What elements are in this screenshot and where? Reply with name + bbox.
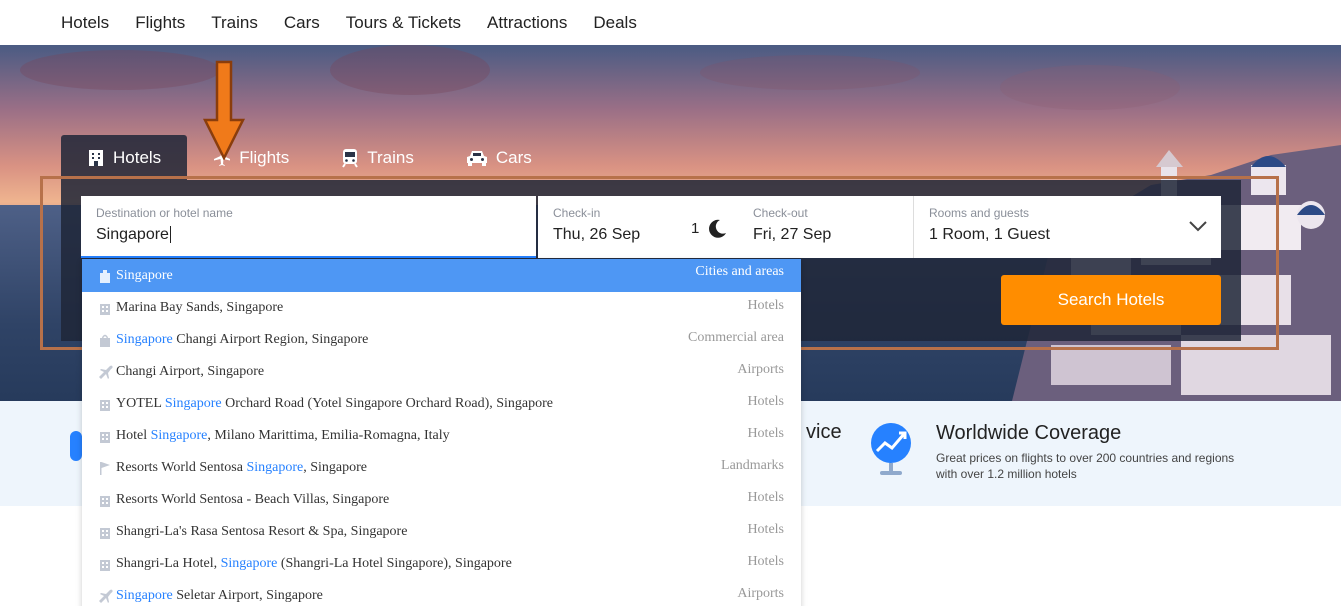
hotel-icon [98, 397, 112, 411]
suggestion-item[interactable]: Shangri-La's Rasa Sentosa Resort & Spa, … [82, 516, 801, 548]
suggestion-category: Hotels [747, 522, 784, 537]
suggestion-name: Shangri-La's Rasa Sentosa Resort & Spa, … [116, 524, 407, 540]
building-icon [98, 269, 112, 283]
suggestion-category: Hotels [747, 426, 784, 441]
suggestion-text: Seletar Airport, Singapore [172, 588, 323, 603]
suggestion-item[interactable]: Marina Bay Sands, Singapore Hotels [82, 292, 801, 324]
suggestion-item[interactable]: Changi Airport, Singapore Airports [82, 356, 801, 388]
nav-attractions[interactable]: Attractions [487, 13, 567, 33]
suggestion-category: Landmarks [721, 458, 784, 473]
suggestion-match-highlight: Singapore [116, 588, 173, 603]
suggestion-text: Changi Airport Region, Singapore [172, 332, 369, 347]
plane-icon [98, 365, 113, 379]
suggestion-item[interactable]: Shangri-La Hotel, Singapore (Shangri-La … [82, 548, 801, 580]
globe-chart-icon [871, 423, 911, 475]
car-icon [466, 150, 487, 166]
suggestion-match-highlight: Singapore [150, 428, 208, 443]
suggestion-text: Hotel [116, 428, 151, 443]
flag-icon [98, 461, 112, 475]
tab-cars-label: Cars [495, 147, 532, 167]
suggestion-match-highlight: Singapore [116, 332, 173, 347]
plane-icon [98, 589, 113, 603]
suggestion-text: Shangri-La Hotel, [116, 556, 221, 571]
worldwide-coverage-description: Great prices on flights to over 200 coun… [936, 451, 1235, 481]
suggestion-name: Shangri-La Hotel, Singapore (Shangri-La … [116, 556, 512, 572]
suggestion-text: Orchard Road (Yotel Singapore Orchard Ro… [221, 396, 554, 411]
train-icon [342, 148, 359, 168]
tab-flights-label: Flights [239, 147, 290, 167]
top-nav: Hotels Flights Trains Cars Tours & Ticke… [0, 0, 1341, 45]
feature-icon [70, 431, 82, 461]
worldwide-coverage-title: Worldwide Coverage [936, 422, 1122, 444]
suggestion-text: Changi Airport, Singapore [116, 364, 265, 379]
product-tabs: Hotels Flights Trains Cars [61, 135, 558, 180]
suggestion-text: , Milano Marittima, Emilia-Romagna, Ital… [207, 428, 450, 443]
suggestion-text: Marina Bay Sands, Singapore [116, 300, 284, 315]
tab-trains[interactable]: Trains [315, 135, 440, 180]
suggestion-item[interactable]: Singapore Seletar Airport, Singapore Airp… [82, 580, 801, 606]
hotel-icon [98, 557, 112, 571]
hotel-icon [89, 149, 103, 166]
suggestion-item[interactable]: Hotel Singapore, Milano Marittima, Emili… [82, 420, 801, 452]
suggestion-category: Commercial area [687, 330, 784, 345]
suggestion-category: Airports [737, 586, 784, 601]
tab-trains-label: Trains [367, 147, 414, 167]
suggestion-text: Shangri-La's Rasa Sentosa Resort & Spa, … [116, 524, 408, 539]
suggestion-name: Hotel Singapore, Milano Marittima, Emili… [116, 428, 450, 444]
suggestion-name: Marina Bay Sands, Singapore [116, 300, 283, 316]
suggestion-text: Resorts World Sentosa [116, 460, 247, 475]
nav-cars[interactable]: Cars [284, 13, 320, 33]
feature-title-partial: vice [806, 421, 842, 443]
suggestion-category: Hotels [747, 394, 784, 409]
suggestion-item[interactable]: Resorts World Sentosa - Beach Villas, Si… [82, 484, 801, 516]
nav-flights[interactable]: Flights [135, 13, 185, 33]
tab-cars[interactable]: Cars [440, 135, 558, 180]
hotel-icon [98, 493, 112, 507]
suggestion-match-highlight: Singapore [246, 460, 304, 475]
destination-suggestions-dropdown: Singapore Cities and areas Marina Bay Sand… [82, 259, 801, 606]
suggestion-name: Changi Airport, Singapore [116, 364, 264, 380]
suggestion-category: Cities and areas [695, 264, 784, 279]
nav-trains[interactable]: Trains [211, 13, 258, 33]
suggestion-name: Resorts World Sentosa Singapore, Singapo… [116, 460, 367, 476]
nav-tours-tickets[interactable]: Tours & Tickets [346, 13, 461, 33]
suggestion-match-highlight: Singapore [116, 267, 173, 283]
suggestion-text: YOTEL [116, 396, 165, 411]
suggestion-name: Singapore Seletar Airport, Singapore [116, 588, 323, 604]
hotel-icon [98, 525, 112, 539]
suggestion-category: Airports [737, 362, 784, 377]
suggestion-text: , Singapore [303, 460, 367, 475]
suggestion-text: Resorts World Sentosa - Beach Villas, Si… [116, 492, 390, 507]
hotel-icon [98, 301, 112, 315]
tab-hotels-label: Hotels [113, 147, 162, 167]
suggestion-item[interactable]: Resorts World Sentosa Singapore, Singapo… [82, 452, 801, 484]
suggestion-category: Hotels [747, 490, 784, 505]
suggestion-text: (Shangri-La Hotel Singapore), Singapore [277, 556, 512, 571]
suggestion-name: Singapore Changi Airport Region, Singapo… [116, 332, 368, 348]
nav-hotels[interactable]: Hotels [61, 13, 109, 33]
suggestion-name: YOTEL Singapore Orchard Road (Yotel Sing… [116, 396, 553, 412]
suggestion-category: Hotels [747, 298, 784, 313]
suggestion-name: Singapore [116, 268, 173, 284]
suggestion-item[interactable]: Singapore Changi Airport Region, Singapo… [82, 324, 801, 356]
suggestion-category: Hotels [747, 554, 784, 569]
shopping-bag-icon [98, 333, 112, 347]
suggestion-match-highlight: Singapore [220, 556, 278, 571]
suggestion-item[interactable]: YOTEL Singapore Orchard Road (Yotel Sing… [82, 388, 801, 420]
suggestion-item[interactable]: Singapore Cities and areas [82, 259, 801, 292]
tab-hotels[interactable]: Hotels [61, 135, 188, 180]
annotation-arrow-icon [202, 60, 246, 160]
suggestion-match-highlight: Singapore [164, 396, 222, 411]
nav-deals[interactable]: Deals [593, 13, 636, 33]
hotel-icon [98, 429, 112, 443]
suggestion-name: Resorts World Sentosa - Beach Villas, Si… [116, 492, 389, 508]
